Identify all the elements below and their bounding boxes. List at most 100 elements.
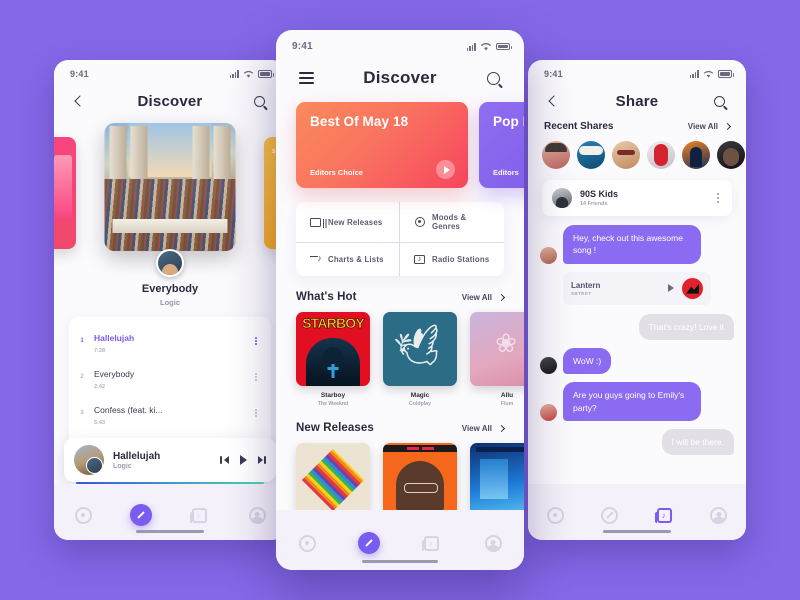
avatar[interactable] (542, 141, 570, 169)
left-nav-bar: Discover (54, 81, 286, 119)
play-icon[interactable] (239, 455, 247, 465)
track-row[interactable]: 1 Hallelujah 7:28 (69, 323, 271, 359)
chat-bubble[interactable]: Hey, check out this awesome song ! (563, 225, 701, 264)
album-card[interactable] (296, 443, 370, 517)
portrait-cover-art (383, 443, 457, 517)
shared-song-card[interactable]: Lantern SBTRKT (563, 271, 711, 305)
tab-profile[interactable] (482, 532, 504, 554)
album-card[interactable]: STARBOY Starboy The Weeknd (296, 312, 370, 407)
avatar[interactable] (717, 141, 745, 169)
mini-player-artist: Logic (113, 462, 132, 470)
mid-phone-screen: 9:41 Discover Best Of May 18 Editors Cho… (276, 30, 524, 570)
chat-bubble[interactable]: I will be there. (661, 428, 734, 456)
track-menu-icon[interactable] (253, 371, 259, 383)
page-title: Share (615, 92, 659, 110)
signal-bars-icon (229, 70, 239, 78)
avatar (540, 403, 557, 421)
chat-row: Hey, check out this awesome song ! (540, 225, 734, 264)
tab-profile[interactable] (708, 504, 730, 526)
tab-discover[interactable] (599, 504, 621, 526)
quick-link-label: Moods & Genres (432, 213, 467, 231)
quick-link-new-releases[interactable]: New Releases (296, 202, 400, 243)
skip-previous-icon[interactable] (220, 456, 229, 464)
avatar[interactable] (647, 141, 675, 169)
avatar[interactable] (577, 141, 605, 169)
cover-wordmark: STARBOY (302, 315, 365, 332)
back-button[interactable] (544, 91, 564, 111)
album-card[interactable]: Allu Flum (470, 312, 524, 407)
quick-link-charts-lists[interactable]: Charts & Lists (296, 243, 400, 276)
whats-hot-album-row[interactable]: STARBOY Starboy The Weeknd 🕊 Magic Coldp… (276, 312, 524, 407)
cover-band (383, 445, 457, 452)
track-menu-icon[interactable] (253, 407, 259, 419)
featured-playlist-title: Best Of May 18 (310, 114, 409, 129)
chat-bubble[interactable]: That's crazy! Love it (638, 313, 734, 340)
tab-disc[interactable] (544, 504, 566, 526)
tab-disc[interactable] (296, 532, 318, 554)
play-circle-icon[interactable] (436, 160, 455, 179)
more-vertical-icon[interactable] (714, 190, 722, 206)
tab-discover[interactable] (358, 532, 380, 554)
featured-playlist-row[interactable]: Best Of May 18 Editors Choice Pop Ind Ed… (276, 98, 524, 188)
chevron-right-icon (723, 122, 732, 131)
group-header-card[interactable]: 90S Kids 14 Friends (542, 180, 732, 216)
recent-shares-view-all[interactable]: View All (688, 122, 732, 131)
tab-library[interactable]: ♪ (420, 532, 442, 554)
featured-playlist-card[interactable]: Pop Ind Editors (479, 102, 524, 188)
skip-next-icon[interactable] (257, 456, 266, 464)
tab-library[interactable]: ♪ (653, 504, 675, 526)
lantern-cover-icon (682, 277, 703, 299)
new-releases-album-row[interactable] (276, 443, 524, 517)
album-carousel[interactable]: SAC (54, 123, 286, 277)
track-info: Everybody 2:42 (94, 364, 244, 390)
featured-playlist-card[interactable]: Best Of May 18 Editors Choice (296, 102, 468, 188)
tab-discover[interactable] (130, 504, 152, 526)
mini-player[interactable]: Hallelujah Logic (64, 438, 276, 484)
track-row[interactable]: 3 Confess (feat. ki... 5:43 (69, 395, 271, 431)
track-row[interactable]: 2 Everybody 2:42 (69, 359, 271, 395)
album-name: Allu (500, 392, 514, 399)
track-name: Confess (feat. ki... (94, 405, 163, 415)
shared-song-info: Lantern SBTRKT (571, 281, 660, 296)
status-bar: 9:41 (276, 30, 524, 54)
view-all-label: View All (461, 292, 492, 302)
flower-cover-art (470, 312, 524, 386)
compass-icon (130, 504, 152, 526)
status-time: 9:41 (544, 69, 563, 79)
menu-button[interactable] (296, 68, 316, 88)
play-icon[interactable] (668, 284, 674, 293)
track-info: Confess (feat. ki... 5:43 (94, 400, 244, 426)
track-menu-icon[interactable] (253, 335, 259, 347)
section-title: New Releases (296, 422, 374, 434)
home-indicator (603, 529, 671, 533)
album-card[interactable] (470, 443, 524, 517)
featured-album-artwork[interactable] (104, 123, 236, 251)
tab-profile[interactable] (246, 504, 268, 526)
album-artist: Logic (160, 298, 180, 307)
mini-player-controls (220, 455, 266, 465)
tab-library[interactable]: ♪ (188, 504, 210, 526)
section-view-all[interactable]: View All (462, 424, 506, 433)
search-button[interactable] (250, 91, 270, 111)
compass-icon (358, 532, 380, 554)
chevron-right-icon (497, 293, 506, 301)
chat-bubble[interactable]: WoW :) (563, 347, 612, 375)
wifi-icon (480, 42, 492, 50)
signal-bars-icon (689, 70, 699, 78)
quick-link-moods-genres[interactable]: Moods & Genres (400, 202, 504, 243)
avatar[interactable] (612, 141, 640, 169)
right-nav-bar: Share (528, 81, 746, 119)
search-button[interactable] (484, 68, 504, 88)
carousel-card-left[interactable] (54, 137, 76, 249)
tab-disc[interactable] (72, 504, 94, 526)
album-card[interactable] (383, 443, 457, 517)
chat-bubble[interactable]: Are you guys going to Emily's party? (563, 382, 701, 421)
featured-playlist-title: Pop Ind (493, 114, 524, 129)
avatar[interactable] (682, 141, 710, 169)
album-card[interactable]: 🕊 Magic Coldplay (383, 312, 457, 407)
search-button[interactable] (710, 91, 730, 111)
quick-link-radio-stations[interactable]: Radio Stations (400, 243, 504, 276)
recent-shares-avatar-row[interactable] (528, 132, 746, 169)
section-view-all[interactable]: View All (461, 292, 506, 302)
back-button[interactable] (70, 91, 90, 111)
